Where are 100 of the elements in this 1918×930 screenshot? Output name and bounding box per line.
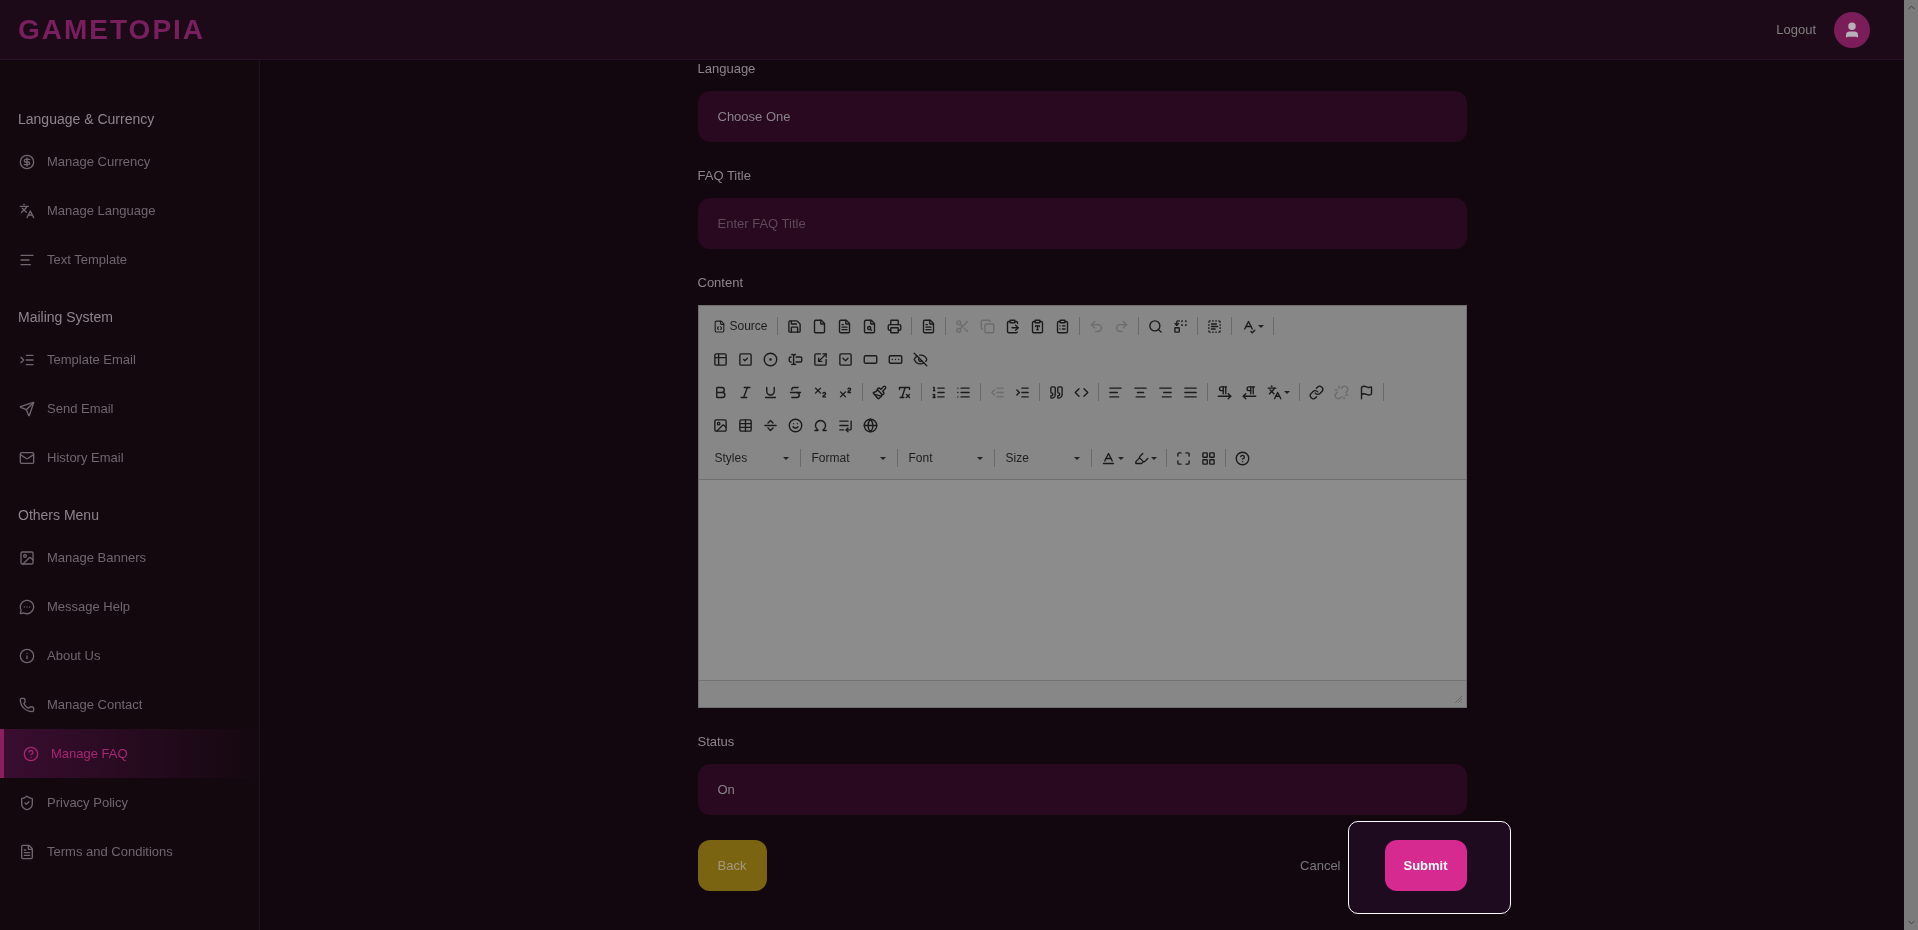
select-field[interactable]: On [697, 764, 1467, 815]
source-button[interactable]: Source [708, 314, 772, 338]
align-center-icon [1132, 384, 1148, 400]
quote-icon [1048, 384, 1064, 400]
image-icon [712, 417, 728, 433]
select-field[interactable]: Choose One [697, 91, 1467, 142]
info-icon [19, 647, 35, 664]
text-field-icon [787, 351, 803, 367]
code-file-icon [712, 319, 726, 333]
smiley-icon [787, 417, 803, 433]
align-right-icon [1157, 384, 1173, 400]
save-icon [786, 318, 802, 334]
caret-icon [1150, 456, 1157, 460]
subscript-icon [812, 384, 828, 400]
sidebar-item[interactable]: Text Template [0, 235, 259, 284]
radio-icon [762, 351, 778, 367]
print-icon [886, 318, 902, 334]
omega-icon [812, 417, 828, 433]
sidebar-item[interactable]: About Us [0, 631, 259, 680]
superscript-icon [837, 384, 853, 400]
highlight-color-icon [1133, 450, 1149, 466]
submit-button[interactable]: Submit [1384, 840, 1467, 891]
document-icon [19, 843, 35, 860]
envelope-icon [19, 449, 35, 466]
sidebar-item[interactable]: Manage Language [0, 186, 259, 235]
logout-link[interactable]: Logout [1776, 19, 1816, 40]
redo-icon [1113, 318, 1129, 334]
sidebar-item[interactable]: Manage Banners [0, 533, 259, 582]
unlink-icon [1333, 384, 1349, 400]
sidebar-item[interactable]: Template Email [0, 335, 259, 384]
caret-icon [1073, 456, 1080, 460]
caret-icon [976, 456, 983, 460]
pdf-icon [836, 318, 852, 334]
table-icon [737, 417, 753, 433]
input-field[interactable]: Enter FAQ Title [697, 198, 1467, 249]
globe-icon [862, 417, 878, 433]
caret-icon [1117, 456, 1124, 460]
image-icon [19, 549, 35, 566]
translate-icon [19, 202, 35, 219]
dropdown[interactable]: Format [805, 446, 892, 470]
ltr-icon [1216, 384, 1232, 400]
select-icon [837, 351, 853, 367]
paste-icon [1004, 318, 1020, 334]
sidebar-item[interactable]: Manage Contact [0, 680, 259, 729]
sidebar-item[interactable]: Send Email [0, 384, 259, 433]
avatar-icon[interactable] [1834, 11, 1870, 48]
sidebar-item[interactable]: Message Help [0, 582, 259, 631]
align-left-icon [1107, 384, 1123, 400]
hidden-field-icon [912, 351, 928, 367]
maximize-icon [1175, 450, 1191, 466]
resize-grip-icon[interactable] [1453, 695, 1463, 704]
bulleted-list-icon [955, 384, 971, 400]
back-button[interactable]: Back [697, 840, 767, 891]
align-justify-icon [1182, 384, 1198, 400]
dropdown[interactable]: Size [999, 446, 1086, 470]
phone-icon [19, 696, 35, 713]
new-page-icon [811, 318, 827, 334]
flag-icon [1358, 384, 1374, 400]
remove-format-icon [896, 384, 912, 400]
sidebar-item[interactable]: History Email [0, 433, 259, 482]
field-label: FAQ Title [697, 167, 752, 185]
paintbrush-icon [871, 384, 887, 400]
show-blocks-icon [1200, 450, 1216, 466]
undo-icon [1088, 318, 1104, 334]
outdent-icon [989, 384, 1005, 400]
cancel-link[interactable]: Cancel [1300, 855, 1341, 876]
indent-icon [1014, 384, 1030, 400]
section-heading: Mailing System [17, 307, 114, 327]
horizontal-rule-icon [762, 417, 778, 433]
search-icon [1147, 318, 1163, 334]
italic-icon [737, 384, 753, 400]
field-label: Content [697, 274, 745, 292]
paste-word-icon [1054, 318, 1070, 334]
sidebar-item[interactable]: Terms and Conditions [0, 827, 259, 876]
help-icon [23, 745, 39, 762]
preview-icon [861, 318, 877, 334]
dropdown[interactable]: Styles [708, 446, 795, 470]
rtl-icon [1241, 384, 1257, 400]
replace-icon [1172, 318, 1188, 334]
language-icon [1266, 384, 1282, 400]
paper-plane-icon [19, 400, 35, 417]
shield-check-icon [19, 794, 35, 811]
sidebar-item[interactable]: Privacy Policy [0, 778, 259, 827]
caret-icon [1283, 390, 1290, 394]
help-icon [1234, 450, 1250, 466]
template-icon [920, 318, 936, 334]
cut-icon [954, 318, 970, 334]
logo[interactable]: GAMETOPIA [18, 8, 206, 51]
underline-icon [762, 384, 778, 400]
checkbox-icon [737, 351, 753, 367]
strikethrough-icon [787, 384, 803, 400]
caret-icon [782, 456, 789, 460]
dropdown[interactable]: Font [902, 446, 989, 470]
numbered-list-icon [930, 384, 946, 400]
text-color-icon [1100, 450, 1116, 466]
sidebar-item[interactable]: Manage Currency [0, 137, 259, 186]
caret-icon [1257, 324, 1264, 328]
chat-bubble-icon [19, 598, 35, 615]
caret-icon [879, 456, 886, 460]
section-heading: Language & Currency [17, 109, 156, 129]
